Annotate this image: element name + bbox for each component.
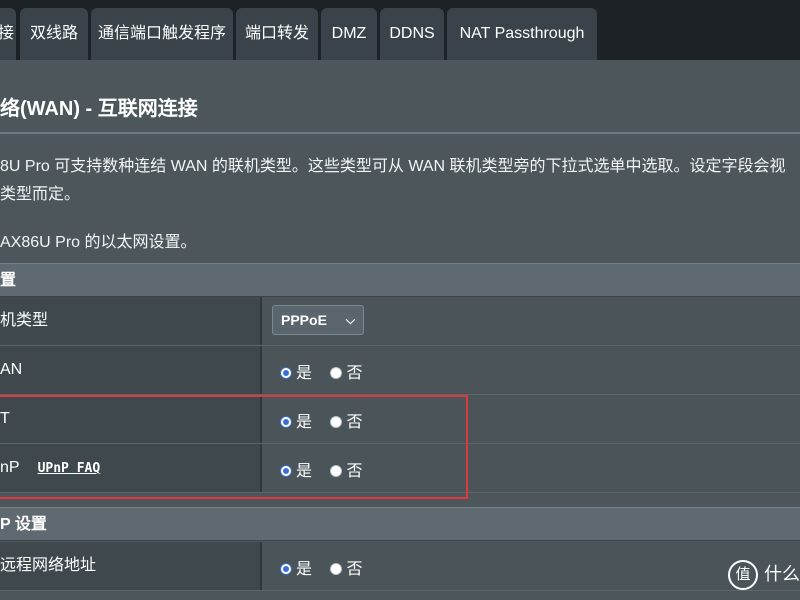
title-divider: [0, 132, 800, 134]
description-line-1: 8U Pro 可支持数种连结 WAN 的联机类型。这些类型可从 WAN 联机类型…: [0, 158, 786, 175]
tab-port-forwarding[interactable]: 端口转发: [236, 8, 318, 60]
enable-wan-label: AN: [0, 346, 260, 394]
radio-no-label: 否: [346, 463, 363, 480]
remote-address-yes-option[interactable]: 是: [280, 555, 312, 579]
tab-nat-passthrough[interactable]: NAT Passthrough: [447, 8, 597, 60]
enable-wan-no-option[interactable]: 否: [330, 359, 362, 383]
table-row-connection-type: 机类型 PPPoE ⌵: [0, 297, 800, 346]
radio-yes[interactable]: [280, 367, 292, 379]
remote-address-label: 远程网络地址: [0, 542, 260, 590]
connection-type-select[interactable]: PPPoE ⌵: [272, 305, 364, 335]
watermark-logo-icon: 值: [728, 560, 758, 591]
watermark-text: 什么: [764, 564, 800, 584]
enable-upnp-yes-option[interactable]: 是: [280, 457, 312, 481]
enable-upnp-radio-group: 是 否: [280, 457, 376, 481]
tab-dual-wan[interactable]: 双线路: [20, 8, 88, 60]
table-row-enable-nat: T 是 否: [0, 395, 800, 444]
radio-yes[interactable]: [280, 465, 292, 477]
table-row-enable-upnp: nP UPnP FAQ 是 否: [0, 444, 800, 493]
tab-label: DDNS: [389, 25, 435, 42]
tab-bar: 接 双线路 通信端口触发程序 端口转发 DMZ DDNS NAT Passthr…: [0, 0, 800, 60]
radio-yes-label: 是: [296, 414, 313, 431]
tab-dmz[interactable]: DMZ: [321, 8, 377, 60]
enable-nat-no-option[interactable]: 否: [330, 408, 362, 432]
tab-label: 双线路: [29, 25, 78, 42]
remote-address-radio-group: 是 否: [280, 555, 376, 579]
row-label: T: [0, 410, 10, 427]
row-label: AN: [0, 361, 23, 378]
radio-yes[interactable]: [280, 563, 292, 575]
chevron-down-icon: ⌵: [345, 313, 355, 327]
upnp-faq-link[interactable]: UPnP FAQ: [38, 461, 101, 476]
row-label: 机类型: [0, 312, 49, 329]
enable-wan-yes-option[interactable]: 是: [280, 359, 312, 383]
section-header-label: P 设置: [0, 516, 47, 533]
tab-label: NAT Passthrough: [459, 25, 585, 42]
description-line-3: AX86U Pro 的以太网设置。: [0, 234, 197, 251]
tab-internet-connection[interactable]: 接: [0, 8, 16, 60]
radio-no[interactable]: [330, 465, 343, 477]
radio-no-label: 否: [346, 365, 363, 382]
radio-yes-label: 是: [296, 365, 313, 382]
radio-yes-label: 是: [296, 561, 313, 578]
radio-yes-label: 是: [296, 463, 313, 480]
enable-nat-radio-group: 是 否: [280, 408, 376, 432]
radio-no[interactable]: [330, 416, 343, 428]
watermark: 值什么: [728, 560, 800, 594]
tab-label: 端口转发: [244, 25, 309, 42]
section-header-label: 置: [0, 272, 17, 289]
radio-yes[interactable]: [280, 416, 292, 428]
enable-wan-radio-group: 是 否: [280, 359, 376, 383]
connection-type-label: 机类型: [0, 297, 260, 345]
radio-no-label: 否: [346, 561, 363, 578]
enable-upnp-no-option[interactable]: 否: [330, 457, 362, 481]
tab-label: DMZ: [331, 25, 367, 42]
radio-no-label: 否: [346, 414, 363, 431]
select-value: PPPoE: [281, 312, 327, 328]
enable-upnp-label: nP UPnP FAQ: [0, 444, 260, 492]
radio-no[interactable]: [330, 563, 343, 575]
tab-label: 接: [0, 25, 15, 42]
tab-ddns[interactable]: DDNS: [380, 8, 444, 60]
enable-nat-label: T: [0, 395, 260, 443]
section-header-dhcp: P 设置: [0, 507, 800, 541]
radio-no[interactable]: [330, 367, 343, 379]
row-label: nP: [0, 459, 20, 476]
row-label: 远程网络地址: [0, 557, 97, 574]
tab-label: 通信端口触发程序: [97, 25, 226, 42]
table-row-enable-wan: AN 是 否: [0, 346, 800, 395]
tab-port-trigger[interactable]: 通信端口触发程序: [91, 8, 233, 60]
page-title: 络(WAN) - 互联网连接: [0, 98, 198, 120]
enable-nat-yes-option[interactable]: 是: [280, 408, 312, 432]
section-header-basic-config: 置: [0, 263, 800, 297]
table-row-remote-address: 远程网络地址 是 否: [0, 542, 800, 591]
description-line-2: 类型而定。: [0, 186, 81, 203]
remote-address-no-option[interactable]: 否: [330, 555, 362, 579]
